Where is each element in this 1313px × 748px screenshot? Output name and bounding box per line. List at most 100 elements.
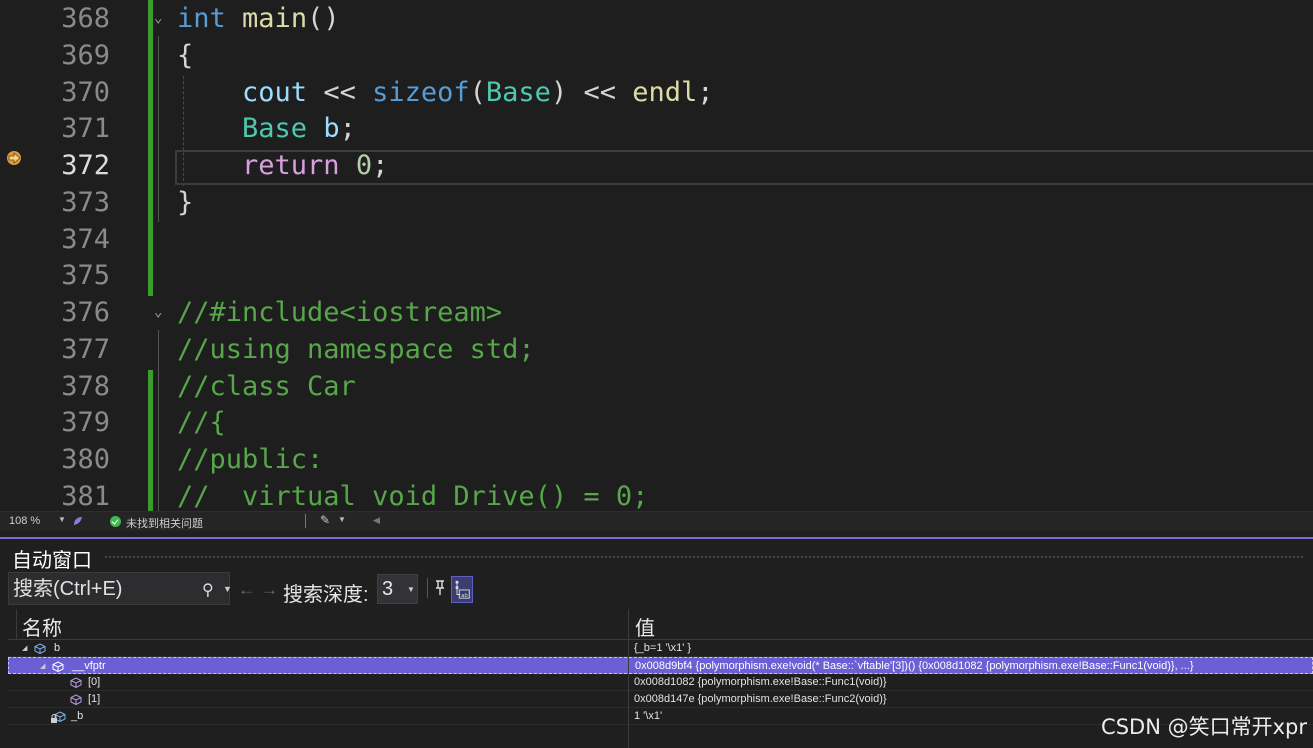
collapse-arrow-icon[interactable]: ◢ (22, 640, 27, 657)
column-divider[interactable] (628, 609, 629, 748)
code-line[interactable]: 380 //public: (0, 441, 1313, 478)
code-token: ; (372, 150, 389, 181)
line-number: 380 (61, 444, 110, 475)
code-text[interactable]: //class Car (177, 368, 356, 405)
code-text[interactable]: //#include<iostream> (177, 294, 502, 331)
code-line[interactable]: 372 return 0; (0, 147, 1313, 184)
collapse-arrow-icon[interactable]: ◢ (40, 658, 45, 675)
code-text[interactable]: { (177, 37, 193, 74)
row-name: __vfptr (72, 660, 106, 672)
cleanup-dropdown-icon[interactable]: ▼ (338, 515, 346, 524)
line-number: 368 (61, 3, 110, 34)
divider (305, 514, 306, 528)
row-value[interactable]: 1 '\x1' (634, 708, 662, 725)
code-token: return (242, 150, 340, 181)
code-text[interactable]: cout << sizeof(Base) << endl; (177, 74, 714, 111)
code-text[interactable]: //public: (177, 441, 323, 478)
code-cleanup-brush-icon[interactable]: ✎ (320, 513, 330, 527)
code-line[interactable]: 374 (0, 221, 1313, 258)
code-text[interactable]: Base b; (177, 110, 356, 147)
row-name: [1] (88, 693, 101, 705)
line-number: 377 (61, 333, 110, 365)
code-token: //using namespace std; (177, 333, 535, 365)
code-token: << (307, 76, 373, 108)
line-number: 373 (61, 186, 110, 218)
search-dropdown-icon[interactable]: ▼ (223, 584, 232, 594)
search-box[interactable]: ⚲ ▼ (8, 572, 232, 605)
line-number: 375 (61, 260, 110, 292)
column-header-name[interactable]: 名称 (22, 612, 62, 641)
watermark-text: CSDN @笑口常开xpr (1101, 715, 1307, 739)
code-line[interactable]: 381 // virtual void Drive() = 0; (0, 478, 1313, 511)
code-text[interactable]: //{ (177, 404, 226, 441)
panel-title[interactable]: 自动窗口 (12, 544, 92, 573)
line-number: 381 (61, 480, 110, 511)
zoom-level[interactable]: 108 % (9, 515, 40, 527)
row-value[interactable]: 0x008d9bf4 {polymorphism.exe!void(* Base… (635, 658, 1194, 675)
search-icon[interactable]: ⚲ (202, 580, 220, 599)
code-editor[interactable]: 368 ⌄ int main() 369{370 cout << sizeof(Bas… (0, 0, 1313, 511)
code-line[interactable]: 371 Base b; (0, 110, 1313, 147)
hex-display-icon[interactable]: ab (451, 576, 473, 603)
code-token: sizeof (372, 76, 470, 108)
title-grip[interactable] (104, 555, 1304, 559)
code-line[interactable]: 375 (0, 257, 1313, 294)
code-line[interactable]: 378 //class Car (0, 368, 1313, 405)
code-token: ; (697, 76, 714, 108)
search-forward-arrow-icon[interactable]: → (261, 580, 278, 600)
table-row-selected[interactable]: ◢ __vfptr 0x008d9bf4 {polymorphism.exe!v… (8, 657, 1313, 674)
issues-status-text[interactable]: 未找到相关问题 (126, 515, 203, 531)
pin-icon[interactable] (433, 579, 447, 597)
search-back-arrow-icon[interactable]: ← (238, 580, 255, 600)
code-token: b (323, 113, 340, 145)
code-line[interactable]: 379 //{ (0, 404, 1313, 441)
fold-chevron-icon[interactable]: ⌄ (154, 294, 168, 331)
line-number: 379 (61, 407, 110, 439)
toolbar-divider (427, 578, 428, 598)
svg-text:ab: ab (461, 593, 468, 599)
variable-cube-icon (70, 694, 82, 705)
code-token: main (242, 3, 308, 34)
table-row[interactable]: [1] 0x008d147e {polymorphism.exe!Base::F… (8, 691, 1313, 708)
row-value[interactable]: 0x008d1082 {polymorphism.exe!Base::Func1… (634, 674, 887, 691)
code-text[interactable]: } (177, 184, 193, 221)
code-token: { (177, 39, 194, 71)
code-health-icon[interactable] (72, 515, 84, 527)
code-line[interactable]: 368 ⌄ int main() (0, 0, 1313, 37)
row-value[interactable]: {_b=1 '\x1' } (634, 640, 691, 657)
code-line[interactable]: 373} (0, 184, 1313, 221)
row-name: _b (71, 710, 84, 722)
code-line[interactable]: 377 //using namespace std; (0, 331, 1313, 368)
row-value[interactable]: 0x008d147e {polymorphism.exe!Base::Func2… (634, 691, 887, 708)
scroll-left-icon[interactable]: ◀ (373, 515, 380, 526)
code-token: cout (242, 76, 308, 108)
code-text[interactable]: //using namespace std; (177, 331, 535, 368)
code-token: endl (632, 76, 698, 108)
table-row[interactable]: [0] 0x008d1082 {polymorphism.exe!Base::F… (8, 674, 1313, 691)
no-issues-check-icon[interactable] (110, 516, 121, 527)
code-text[interactable]: // virtual void Drive() = 0; (177, 478, 648, 511)
code-token: Base (242, 113, 308, 145)
code-token: ( (469, 76, 486, 108)
column-header-value[interactable]: 值 (635, 612, 655, 641)
variable-cube-icon (52, 661, 64, 672)
code-token: //class Car (177, 370, 356, 402)
table-row[interactable]: ◢ b {_b=1 '\x1' } (8, 640, 1313, 657)
fold-chevron-icon[interactable]: ⌄ (154, 0, 168, 37)
search-depth-select[interactable]: 3 ▼ (377, 574, 418, 604)
row-name: [0] (88, 676, 101, 688)
code-text[interactable]: int main() (177, 0, 340, 37)
code-token: } (177, 186, 194, 218)
zoom-dropdown-icon[interactable]: ▼ (58, 515, 66, 524)
code-line[interactable]: 369 { (0, 37, 1313, 74)
code-text[interactable]: return 0; (177, 147, 388, 184)
header-divider (16, 609, 17, 640)
code-token: Base (485, 76, 551, 108)
search-input[interactable] (13, 577, 193, 601)
code-line[interactable]: 376 ⌄ //#include<iostream> (0, 294, 1313, 331)
code-token: //#include<iostream> (177, 297, 503, 328)
code-line[interactable]: 370 cout << sizeof(Base) << endl; (0, 74, 1313, 111)
